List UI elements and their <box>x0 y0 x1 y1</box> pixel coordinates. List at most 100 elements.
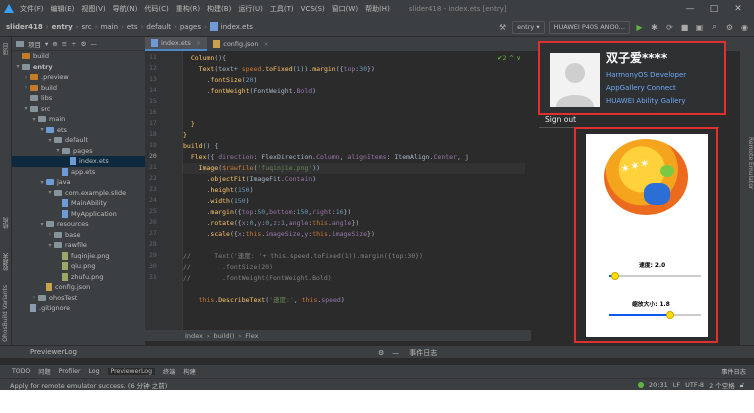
chevron-down-icon[interactable]: ▾ <box>45 40 48 48</box>
scale-slider-knob[interactable] <box>665 311 674 319</box>
collapse-all-icon[interactable]: ≡ <box>62 40 67 48</box>
menu-tools[interactable]: 工具(T) <box>270 4 294 14</box>
tree-item[interactable]: MyApplication <box>12 209 145 220</box>
link-harmonyos-developer[interactable]: HarmonyOS Developer <box>606 71 686 79</box>
tool-profiler[interactable]: Profiler <box>59 368 81 375</box>
chevron-icon[interactable]: ▾ <box>46 242 54 249</box>
menu-navigate[interactable]: 导航(N) <box>113 4 138 14</box>
close-icon[interactable]: × <box>264 40 269 48</box>
chevron-icon[interactable]: ▾ <box>30 116 38 123</box>
tree-item[interactable]: index.ets <box>12 156 145 167</box>
tree-item[interactable]: .gitignore <box>12 303 145 314</box>
menu-help[interactable]: 帮助(H) <box>365 4 390 14</box>
code-editor[interactable]: Column(){ Text(text+ speed.toFixed(1)).m… <box>183 51 531 340</box>
tree-item[interactable]: zhufu.png <box>12 272 145 283</box>
breadcrumb-pages[interactable]: pages <box>180 23 201 31</box>
menu-file[interactable]: 文件(F) <box>20 4 44 14</box>
breadcrumb-project[interactable]: slider418 <box>6 23 43 31</box>
tree-item[interactable]: build <box>12 51 145 62</box>
tree-item[interactable]: ▾ default <box>12 135 145 146</box>
tree-item[interactable]: config.json <box>12 282 145 293</box>
tool-build[interactable]: 构建 <box>183 367 195 376</box>
tree-item[interactable]: app.ets <box>12 167 145 178</box>
chevron-icon[interactable]: › <box>30 294 38 301</box>
chevron-icon[interactable]: ▾ <box>38 126 46 133</box>
code-crumb-index[interactable]: Index <box>185 332 203 340</box>
hide-icon[interactable]: — <box>90 40 97 48</box>
menu-code[interactable]: 代码(C) <box>144 4 168 14</box>
tab-config-json[interactable]: config.json × <box>207 37 275 51</box>
debug-icon[interactable]: ✱ <box>649 23 660 32</box>
breadcrumb-default[interactable]: default <box>146 23 171 31</box>
breadcrumb-src[interactable]: src <box>82 23 92 31</box>
favorites-tool-tab[interactable]: 收藏夹 <box>2 253 11 271</box>
close-button[interactable]: ✕ <box>726 4 750 14</box>
chevron-icon[interactable]: ▾ <box>14 63 22 70</box>
tool-terminal[interactable]: 终端 <box>163 367 175 376</box>
tree-item[interactable]: ▾ java <box>12 177 145 188</box>
attach-icon[interactable]: ⟳ <box>664 23 675 32</box>
gear-icon[interactable]: ⚙ <box>378 349 384 357</box>
tree-item[interactable]: fuqinjie.png <box>12 251 145 262</box>
tab-index-ets[interactable]: index.ets × <box>145 37 208 51</box>
tree-item[interactable]: libs <box>12 93 145 104</box>
close-icon[interactable]: × <box>196 39 201 47</box>
project-view-select[interactable]: 项目 <box>28 39 41 49</box>
run-config-select[interactable]: entry ▾ <box>512 20 545 34</box>
tool-todo[interactable]: TODO <box>12 368 30 375</box>
tree-item[interactable]: › ohosTest <box>12 293 145 304</box>
expand-icon[interactable]: ÷ <box>71 40 76 48</box>
project-tool-tab[interactable]: 项目 <box>2 43 11 55</box>
chevron-icon[interactable]: › <box>22 74 30 81</box>
inspection-widget[interactable]: ✔2 ^ ∨ <box>497 54 521 62</box>
chevron-icon[interactable]: ▾ <box>22 105 30 112</box>
tree-item[interactable]: ▾ src <box>12 104 145 115</box>
build-variants-tool-tab[interactable]: OhosBuild Variants <box>2 285 9 342</box>
file-encoding[interactable]: UTF-8 <box>685 381 704 389</box>
lock-icon[interactable]: 🔓︎ <box>740 381 744 390</box>
chevron-icon[interactable]: ▾ <box>38 221 46 228</box>
gear-icon[interactable]: ⚙ <box>81 40 87 48</box>
menu-edit[interactable]: 编辑(E) <box>51 4 75 14</box>
device-manager-icon[interactable]: ▣ <box>694 23 705 32</box>
device-select[interactable]: HUAWEI P40S ANO0... <box>548 20 630 34</box>
tree-item[interactable]: ▾ main <box>12 114 145 125</box>
tool-problems[interactable]: 问题 <box>38 367 50 376</box>
chevron-icon[interactable]: ▾ <box>46 189 54 196</box>
chevron-icon[interactable]: › <box>46 231 54 238</box>
settings-icon[interactable]: ⚙ <box>724 23 735 32</box>
tree-item[interactable]: MainAbility <box>12 198 145 209</box>
scale-slider[interactable] <box>609 311 701 319</box>
chevron-icon[interactable]: ▾ <box>46 137 54 144</box>
tool-previewer-log[interactable]: PreviewerLog <box>107 368 156 375</box>
menu-build[interactable]: 构建(B) <box>207 4 231 14</box>
tree-item[interactable]: ▾ com.example.slide <box>12 188 145 199</box>
breadcrumb-main[interactable]: main <box>101 23 119 31</box>
event-log-button[interactable]: 事件日志 <box>721 367 746 376</box>
speed-slider[interactable] <box>609 272 701 280</box>
caret-position[interactable]: 20:31 <box>649 381 668 389</box>
search-icon[interactable]: ⌕ <box>709 22 720 32</box>
breadcrumb-file[interactable]: index.ets <box>221 23 253 31</box>
structure-tool-tab[interactable]: 结构 <box>2 217 11 229</box>
remote-emulator-tab[interactable]: Remote Emulator <box>743 137 754 189</box>
code-crumb-flex[interactable]: Flex <box>245 332 258 340</box>
stop-icon[interactable]: ■ <box>679 23 690 32</box>
tree-item[interactable]: ▾ entry <box>12 62 145 73</box>
menu-window[interactable]: 窗口(W) <box>332 4 358 14</box>
tree-item[interactable]: › base <box>12 230 145 241</box>
tree-item[interactable]: ▾ resources <box>12 219 145 230</box>
tool-log[interactable]: Log <box>88 368 99 375</box>
link-appgallery-connect[interactable]: AppGallery Connect <box>606 84 676 92</box>
menu-view[interactable]: 视图(V) <box>81 4 105 14</box>
status-message[interactable]: Apply for remote emulator success. (6 分钟… <box>10 380 167 390</box>
tree-item[interactable]: ▾ rawfile <box>12 240 145 251</box>
account-icon[interactable]: ◉ <box>739 23 750 32</box>
locate-icon[interactable]: ⊕ <box>52 40 57 48</box>
tree-item[interactable]: › build <box>12 83 145 94</box>
chevron-icon[interactable]: ▾ <box>54 147 62 154</box>
menu-refactor[interactable]: 重构(R) <box>176 4 200 14</box>
code-crumb-build[interactable]: build() <box>214 332 235 340</box>
sign-out-button[interactable]: Sign out <box>545 115 576 124</box>
minimize-button[interactable]: — <box>678 4 702 14</box>
